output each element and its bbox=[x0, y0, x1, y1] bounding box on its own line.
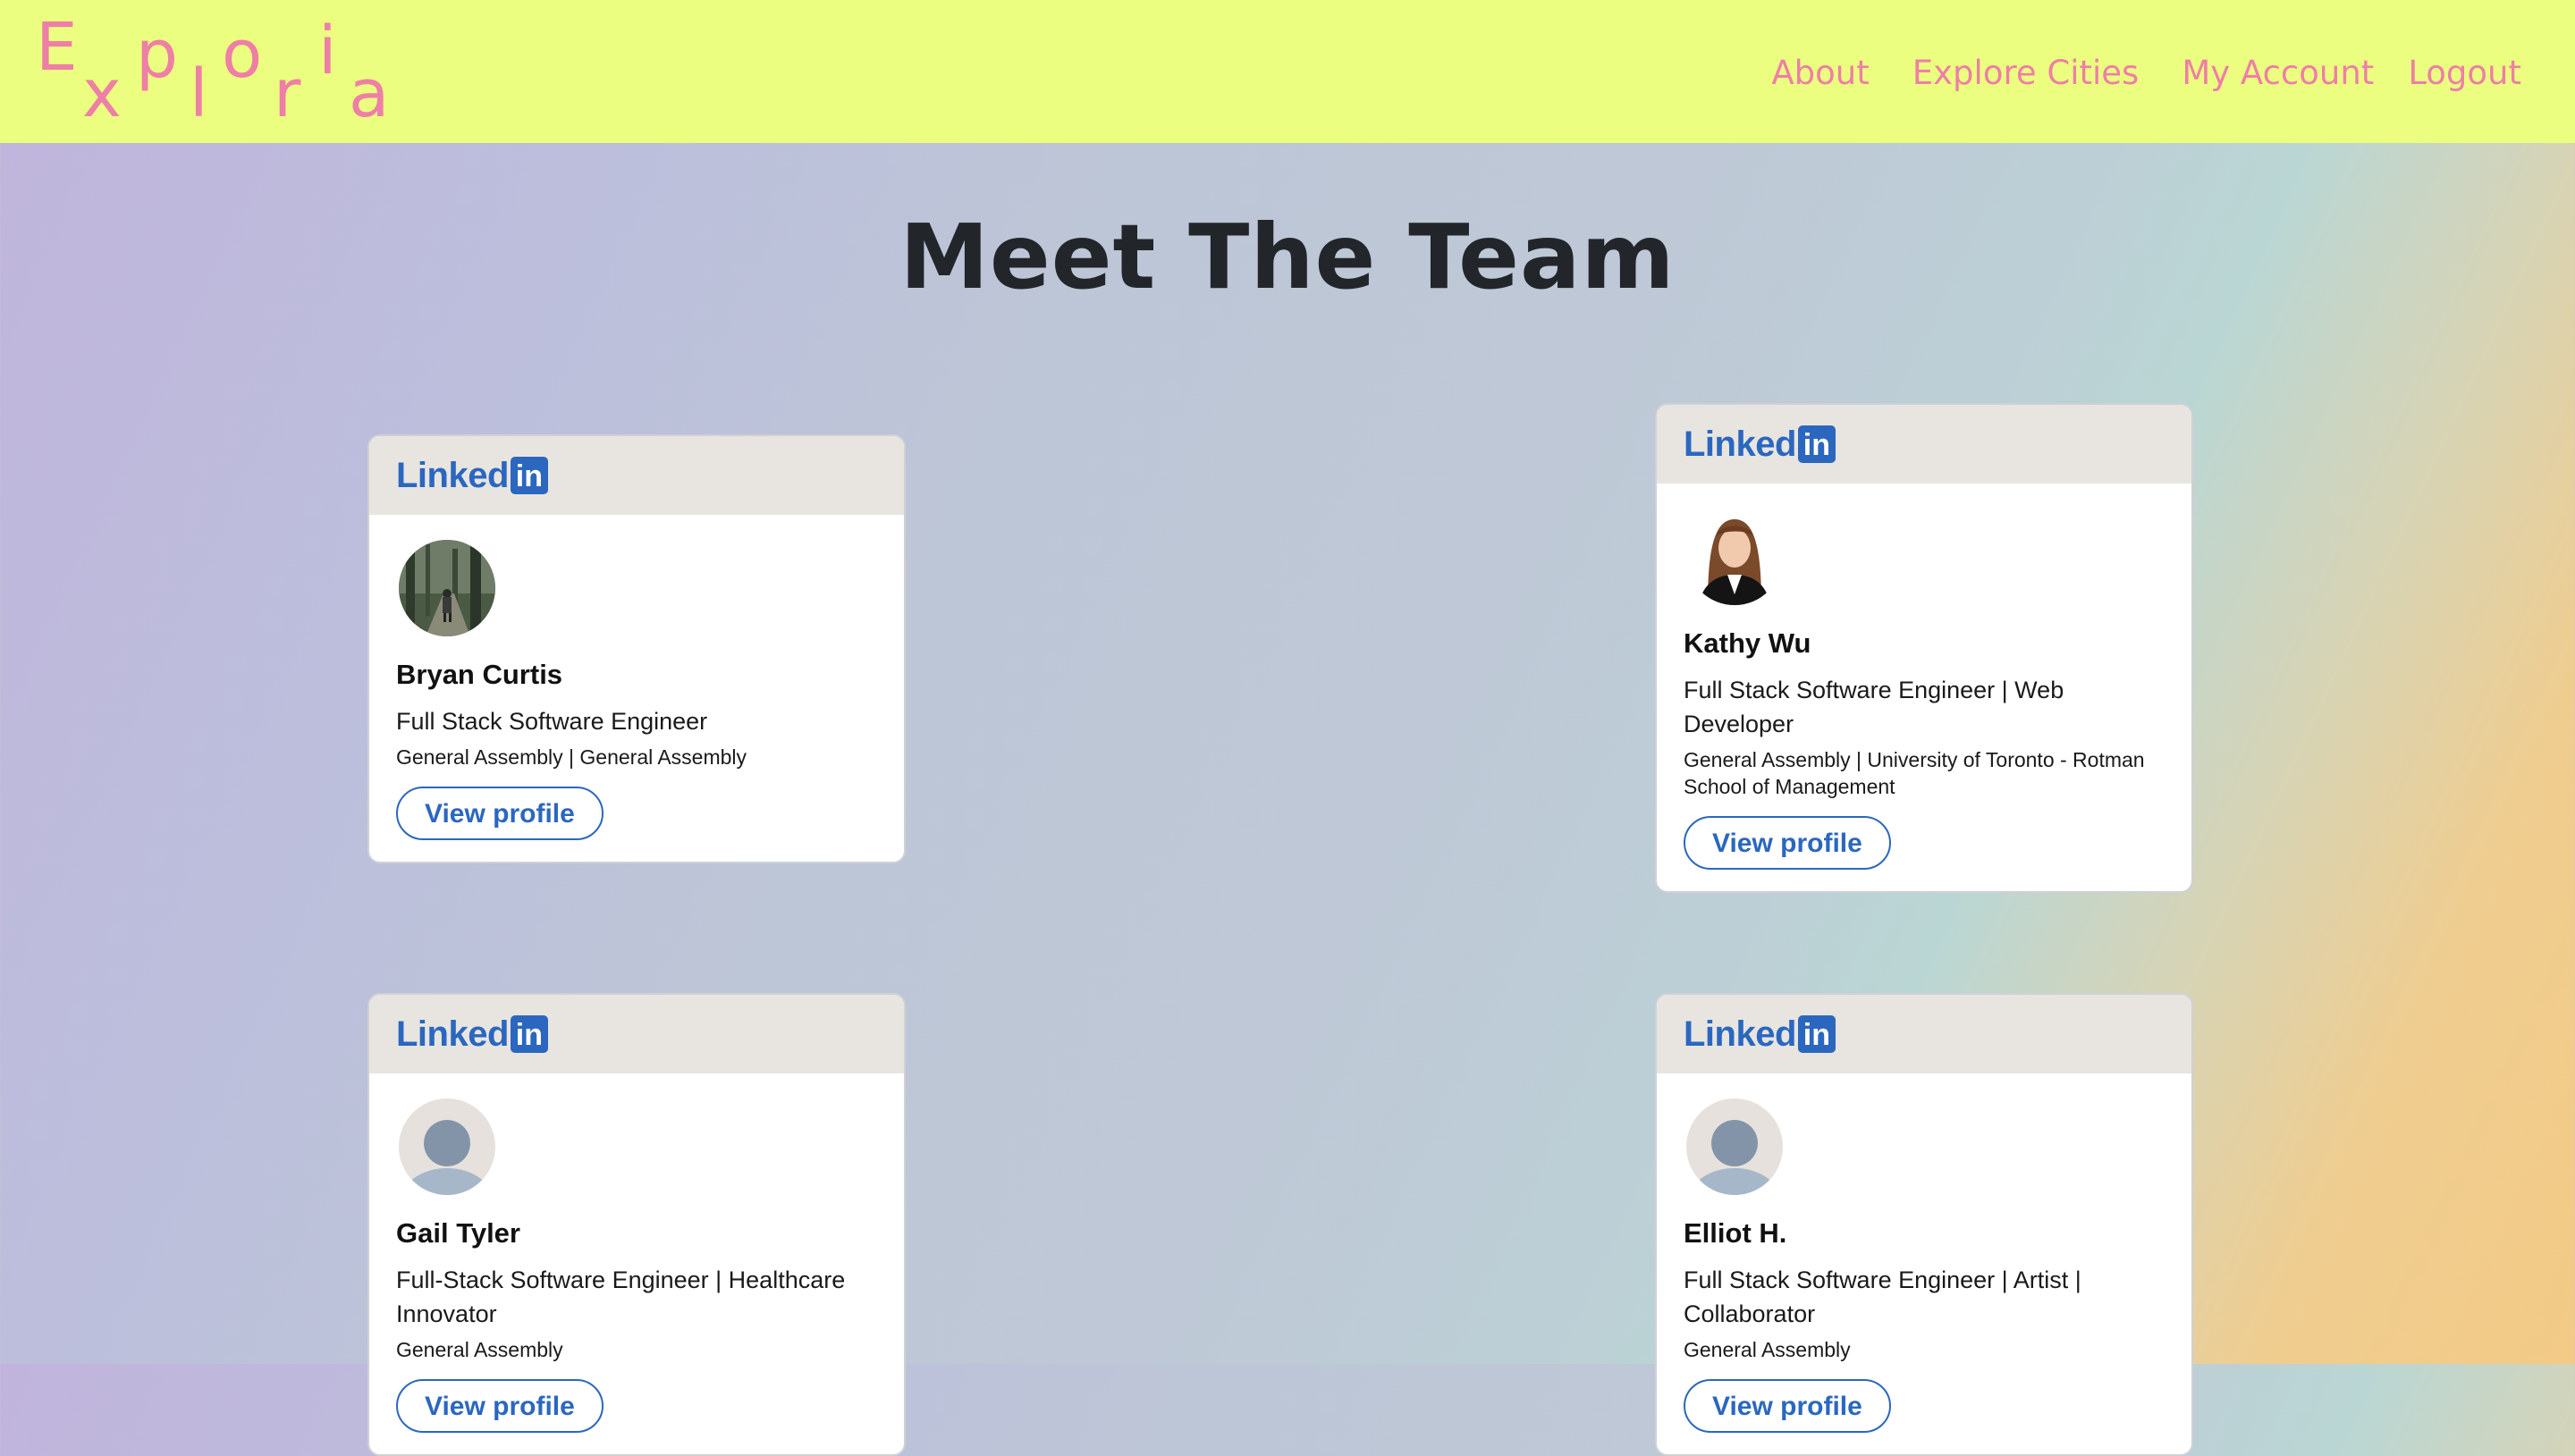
card-body: Gail Tyler Full-Stack Software Engineer … bbox=[369, 1073, 904, 1454]
main-nav: About Explore Cities My Account Logout bbox=[1728, 52, 2521, 95]
card-body: Kathy Wu Full Stack Software Engineer | … bbox=[1657, 484, 2191, 891]
linkedin-wordmark: Linked bbox=[396, 1014, 509, 1054]
view-profile-button[interactable]: View profile bbox=[1684, 816, 1891, 870]
logo-letter: a bbox=[349, 55, 390, 132]
linkedin-in-icon: in bbox=[1797, 425, 1836, 463]
avatar[interactable] bbox=[399, 1098, 495, 1195]
avatar[interactable] bbox=[1686, 1098, 1783, 1195]
linkedin-logo[interactable]: Linked in bbox=[396, 456, 548, 495]
profile-card-kathy-wu: Linked in Kathy Wu Full Stack Software En… bbox=[1655, 403, 2193, 893]
nav-link-explore-cities[interactable]: Explore Cities bbox=[1912, 52, 2140, 95]
logo-letter: i bbox=[318, 13, 337, 89]
linkedin-in-icon: in bbox=[510, 457, 548, 494]
linkedin-in-icon: in bbox=[1797, 1015, 1836, 1053]
logo-letter: r bbox=[274, 55, 301, 132]
avatar[interactable] bbox=[399, 540, 495, 636]
linkedin-wordmark: Linked bbox=[1684, 1014, 1796, 1054]
profile-headline: Full Stack Software Engineer | Artist | … bbox=[1684, 1267, 2081, 1327]
view-profile-button[interactable]: View profile bbox=[396, 787, 604, 840]
card-body: Elliot H. Full Stack Software Engineer |… bbox=[1657, 1073, 2191, 1454]
profile-name[interactable]: Gail Tyler bbox=[396, 1216, 877, 1250]
top-navbar: E x p l o r i a About Explore Cities My … bbox=[0, 0, 2575, 143]
profile-name[interactable]: Kathy Wu bbox=[1684, 627, 2165, 661]
profile-education: General Assembly | University of Toronto… bbox=[1684, 748, 2145, 798]
card-body: Bryan Curtis Full Stack Software Enginee… bbox=[369, 515, 904, 862]
profile-education: General Assembly bbox=[396, 1338, 563, 1361]
forest-photo-avatar-icon bbox=[399, 540, 495, 636]
card-header: Linked in bbox=[369, 995, 904, 1073]
person-photo-avatar-icon bbox=[1686, 509, 1783, 605]
linkedin-logo[interactable]: Linked in bbox=[1684, 1014, 1836, 1054]
exploria-logo[interactable]: E x p l o r i a bbox=[36, 14, 402, 130]
linkedin-logo[interactable]: Linked in bbox=[1684, 425, 1836, 464]
profile-headline: Full Stack Software Engineer | Web Devel… bbox=[1684, 677, 2064, 737]
linkedin-wordmark: Linked bbox=[1684, 425, 1796, 464]
view-profile-button[interactable]: View profile bbox=[1684, 1379, 1891, 1433]
profile-name[interactable]: Bryan Curtis bbox=[396, 658, 877, 692]
nav-link-my-account[interactable]: My Account bbox=[2182, 52, 2374, 95]
profile-headline: Full-Stack Software Engineer | Healthcar… bbox=[396, 1267, 846, 1327]
profile-education: General Assembly bbox=[1684, 1338, 1851, 1361]
view-profile-button[interactable]: View profile bbox=[396, 1379, 604, 1433]
logo-letter: o bbox=[222, 16, 263, 93]
default-person-avatar-icon bbox=[399, 1098, 495, 1195]
logo-letter: x bbox=[82, 55, 122, 132]
profile-card-elliot-h: Linked in Elliot H. Full Stack Software E… bbox=[1655, 993, 2193, 1456]
nav-link-about[interactable]: About bbox=[1771, 52, 1869, 95]
logo-letter: E bbox=[36, 9, 78, 86]
profile-name[interactable]: Elliot H. bbox=[1684, 1216, 2165, 1250]
default-person-avatar-icon bbox=[1686, 1098, 1783, 1195]
card-header: Linked in bbox=[1657, 995, 2191, 1073]
avatar[interactable] bbox=[1686, 509, 1783, 605]
card-header: Linked in bbox=[1657, 405, 2191, 484]
profile-education: General Assembly | General Assembly bbox=[396, 745, 747, 769]
page-title: Meet The Team bbox=[899, 205, 1676, 309]
profile-card-gail-tyler: Linked in Gail Tyler Full-Stack Software … bbox=[367, 993, 906, 1456]
card-header: Linked in bbox=[369, 436, 904, 515]
profile-card-bryan-curtis: Linked in Bryan Curtis Full Stack Softwar… bbox=[367, 434, 906, 863]
linkedin-in-icon: in bbox=[510, 1015, 548, 1053]
logo-letter: l bbox=[190, 55, 208, 132]
profile-headline: Full Stack Software Engineer bbox=[396, 708, 708, 735]
linkedin-wordmark: Linked bbox=[396, 456, 509, 495]
logo-letter: p bbox=[136, 16, 178, 93]
nav-link-logout[interactable]: Logout bbox=[2408, 52, 2521, 95]
linkedin-logo[interactable]: Linked in bbox=[396, 1014, 548, 1054]
